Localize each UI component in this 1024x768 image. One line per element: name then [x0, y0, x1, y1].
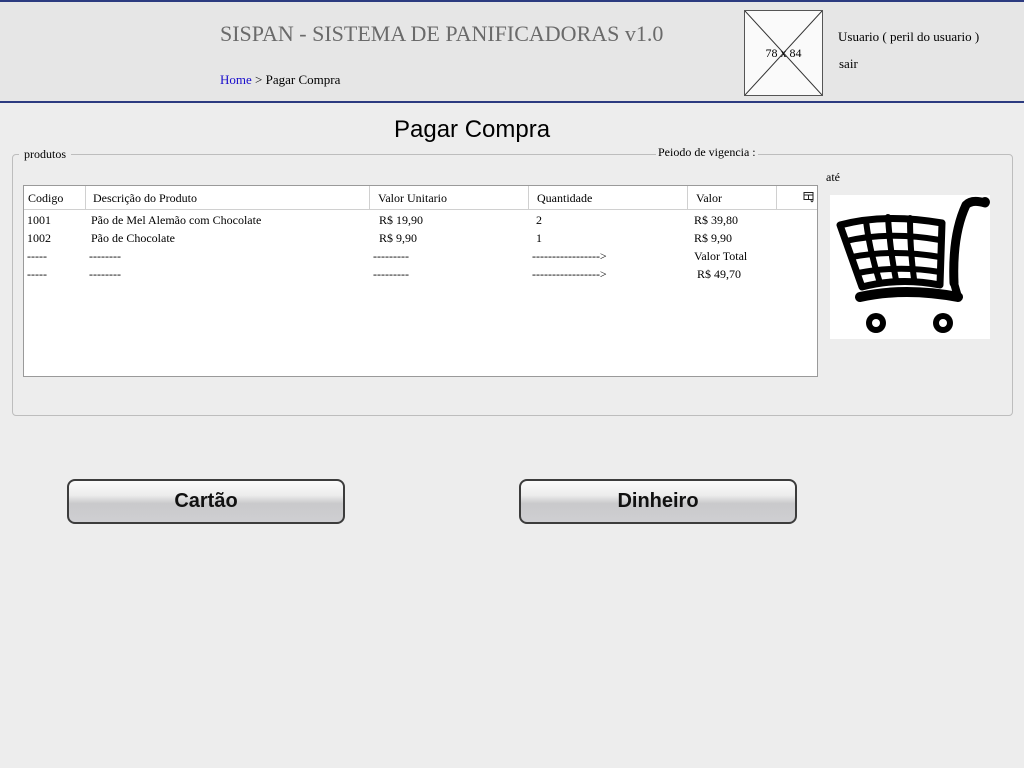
breadcrumb-home-link[interactable]: Home [220, 72, 252, 87]
table-row[interactable]: 1002 Pão de Chocolate R$ 9,90 1 R$ 9,90 [24, 229, 817, 247]
cell-descricao: Pão de Chocolate [91, 231, 175, 245]
logout-link[interactable]: sair [839, 56, 858, 72]
pay-card-button[interactable]: Cartão [67, 479, 345, 524]
cell-codigo: 1001 [27, 213, 51, 227]
user-image-placeholder: 78 x 84 [744, 10, 823, 96]
cell-valor-unitario: R$ 9,90 [379, 231, 418, 245]
breadcrumb: Home > Pagar Compra [220, 72, 340, 88]
breadcrumb-separator: > [251, 72, 266, 87]
cell-valor: R$ 39,80 [694, 213, 739, 227]
cell-quantidade: -----------------> [532, 267, 607, 281]
ate-label: até [826, 170, 840, 184]
table-row[interactable]: 1001 Pão de Mel Alemão com Chocolate R$ … [24, 211, 817, 229]
column-header-quantidade[interactable]: Quantidade [529, 186, 688, 210]
header-bar: SISPAN - SISTEMA DE PANIFICADORAS v1.0 H… [0, 0, 1024, 103]
cell-valor-total-label: Valor Total [694, 249, 748, 263]
cell-valor-unitario: R$ 19,90 [379, 213, 424, 227]
cell-descricao: -------- [89, 267, 121, 281]
page-title: Pagar Compra [394, 116, 551, 143]
pay-cash-button[interactable]: Dinheiro [519, 479, 797, 524]
cell-codigo: ----- [27, 267, 47, 281]
table-row[interactable]: ----- -------- --------- ---------------… [24, 247, 817, 265]
vigencia-label: Peiodo de vigencia : [656, 145, 758, 160]
table-header: Codigo Descrição do Produto Valor Unitar… [24, 186, 817, 210]
placeholder-size-label: 78 x 84 [765, 46, 802, 60]
shopping-cart-icon [830, 195, 990, 339]
cell-quantidade: -----------------> [532, 249, 607, 263]
user-profile-label: Usuario ( peril do usuario ) [838, 29, 980, 44]
column-header-valor-unitario[interactable]: Valor Unitario [370, 186, 529, 210]
cell-codigo: ----- [27, 249, 47, 263]
cell-valor-unitario: --------- [373, 249, 409, 263]
table-row[interactable]: ----- -------- --------- ---------------… [24, 265, 817, 283]
column-menu-icon[interactable] [803, 191, 815, 203]
cell-descricao: Pão de Mel Alemão com Chocolate [91, 213, 262, 227]
cell-valor: R$ 9,90 [694, 231, 733, 245]
breadcrumb-current: Pagar Compra [265, 72, 341, 87]
cell-valor-unitario: --------- [373, 267, 409, 281]
cell-codigo: 1002 [27, 231, 51, 245]
column-header-valor[interactable]: Valor [688, 186, 777, 210]
column-header-descricao[interactable]: Descrição do Produto [86, 186, 370, 210]
cell-descricao: -------- [89, 249, 121, 263]
cell-quantidade: 1 [536, 231, 542, 245]
cell-valor-total: R$ 49,70 [694, 267, 742, 281]
products-legend: produtos [19, 147, 71, 162]
cell-quantidade: 2 [536, 213, 542, 227]
products-table: Codigo Descrição do Produto Valor Unitar… [23, 185, 818, 377]
column-header-codigo[interactable]: Codigo [24, 186, 86, 210]
app-title: SISPAN - SISTEMA DE PANIFICADORAS v1.0 [220, 21, 664, 46]
